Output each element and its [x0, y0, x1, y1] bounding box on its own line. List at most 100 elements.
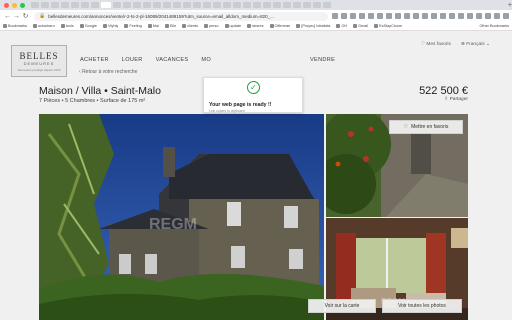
browser-tab[interactable]: [31, 2, 39, 8]
nav-item-partial[interactable]: MO: [201, 57, 211, 63]
browser-tab[interactable]: [51, 2, 59, 8]
browser-tab[interactable]: [61, 2, 69, 8]
browser-tab[interactable]: [123, 2, 131, 8]
bookmark-item[interactable]: Offerman: [269, 24, 290, 28]
extension-icon[interactable]: [368, 13, 374, 19]
nav-item-acheter[interactable]: ACHETER: [80, 57, 109, 63]
other-bookmarks[interactable]: Other Bookmarks: [479, 24, 509, 28]
view-on-map-button[interactable]: Voir sur la carte: [308, 299, 376, 313]
bookmark-item[interactable]: Bookmarks: [3, 24, 27, 28]
browser-tab[interactable]: [113, 2, 121, 8]
browser-tab[interactable]: [283, 2, 291, 8]
bookmark-item[interactable]: octosharo: [33, 24, 55, 28]
bookmark-icon: [336, 24, 341, 28]
browser-tab[interactable]: [303, 2, 311, 8]
add-to-favorites-button[interactable]: ♡ Mettre en favoris: [389, 120, 463, 134]
bookmark-item[interactable]: [Proyec] Idealista: [296, 24, 330, 28]
browser-tab[interactable]: [193, 2, 201, 8]
browser-tab[interactable]: [183, 2, 191, 8]
extension-icon[interactable]: [467, 13, 473, 19]
extension-icon[interactable]: [341, 13, 347, 19]
browser-tab[interactable]: [203, 2, 211, 8]
language-selector[interactable]: ⊕ Français ⌄: [461, 42, 490, 47]
logo-tagline: Demeures prestige depuis 1979: [17, 67, 61, 72]
bookmark-item[interactable]: Google: [79, 24, 97, 28]
browser-tab[interactable]: [323, 2, 331, 8]
browser-tab[interactable]: [313, 2, 321, 8]
bookmark-item[interactable]: Vtyhly: [102, 24, 118, 28]
extension-icon[interactable]: [494, 13, 500, 19]
extension-icon[interactable]: [458, 13, 464, 19]
bookmark-item[interactable]: Feeling: [124, 24, 142, 28]
main-photo[interactable]: REGM: [39, 114, 324, 320]
bookmark-item[interactable]: update: [224, 24, 241, 28]
address-bar[interactable]: 🔒 bellesdemeures.com/annonces/vente/r-2-…: [34, 11, 328, 21]
nav-item-vacances[interactable]: VACANCES: [156, 57, 189, 63]
minimize-window-button[interactable]: [12, 2, 17, 8]
bookmark-item[interactable]: Elle: [164, 24, 176, 28]
bookmark-item[interactable]: strsres: [247, 24, 264, 28]
maximize-window-button[interactable]: [20, 2, 25, 8]
notification-subtitle: Link copied to clipboard: [209, 109, 245, 113]
close-window-button[interactable]: [4, 2, 9, 8]
heart-icon: ♡: [403, 124, 409, 130]
browser-tab[interactable]: [71, 2, 79, 8]
extension-icon[interactable]: [413, 13, 419, 19]
extension-icon[interactable]: [431, 13, 437, 19]
extension-icon[interactable]: [503, 13, 509, 19]
browser-tab[interactable]: [253, 2, 261, 8]
browser-tab[interactable]: [273, 2, 281, 8]
browser-tab[interactable]: [173, 2, 181, 8]
extension-icon[interactable]: [386, 13, 392, 19]
nav-item-vendre[interactable]: VENDRE: [310, 57, 335, 63]
extension-icon[interactable]: [422, 13, 428, 19]
bookmark-icon: [124, 24, 129, 28]
reload-icon[interactable]: ↻: [21, 12, 30, 20]
extension-icon[interactable]: [485, 13, 491, 19]
back-arrow-icon[interactable]: ←: [3, 13, 12, 20]
back-to-search-link[interactable]: ‹ Retour à votre recherche: [79, 69, 137, 75]
site-logo[interactable]: BELLES DEMEURES Demeures prestige depuis…: [11, 45, 67, 77]
extension-icon[interactable]: [395, 13, 401, 19]
browser-tab[interactable]: [233, 2, 241, 8]
extension-icon[interactable]: [440, 13, 446, 19]
bookmark-item[interactable]: Gmail: [353, 24, 368, 28]
view-all-photos-button[interactable]: Voir toutes les photos: [382, 299, 462, 313]
browser-tab[interactable]: [41, 2, 49, 8]
bookmark-item[interactable]: tools: [60, 24, 74, 28]
bookmark-item[interactable]: EsStayCloom: [374, 24, 402, 28]
extension-icon[interactable]: [350, 13, 356, 19]
browser-tab[interactable]: [213, 2, 221, 8]
browser-tab[interactable]: [153, 2, 161, 8]
nav-item-hidden[interactable]: [224, 57, 284, 63]
window-controls: [0, 2, 25, 8]
share-button[interactable]: ⇪ Partager: [444, 97, 468, 102]
notification-title: Your web page is ready !!: [209, 102, 272, 108]
favorites-link[interactable]: ♡ Mes favoris: [421, 42, 451, 47]
bookmarks-bar: Bookmarks octosharo tools Google Vtyhly …: [0, 22, 512, 31]
browser-tab-active[interactable]: [101, 2, 111, 8]
extension-icon[interactable]: [404, 13, 410, 19]
browser-tab[interactable]: [163, 2, 171, 8]
browser-tab[interactable]: [263, 2, 271, 8]
browser-tab[interactable]: [91, 2, 99, 8]
nav-item-louer[interactable]: LOUER: [122, 57, 143, 63]
bookmark-item[interactable]: perso: [204, 24, 219, 28]
bookmark-item[interactable]: clients: [182, 24, 198, 28]
new-tab-icon[interactable]: +: [508, 2, 512, 9]
bookmark-item[interactable]: Mal: [147, 24, 159, 28]
browser-tab[interactable]: [243, 2, 251, 8]
browser-tab[interactable]: [143, 2, 151, 8]
extension-icon[interactable]: [449, 13, 455, 19]
extension-icon[interactable]: [332, 13, 338, 19]
browser-tab[interactable]: [133, 2, 141, 8]
extension-icon[interactable]: [377, 13, 383, 19]
forward-arrow-icon[interactable]: →: [12, 13, 21, 20]
browser-tab[interactable]: [293, 2, 301, 8]
browser-tab[interactable]: [81, 2, 89, 8]
browser-tab[interactable]: [223, 2, 231, 8]
bookmark-item[interactable]: OH: [336, 24, 347, 28]
listing-title: Maison / Villa • Saint-Malo: [39, 85, 161, 97]
extension-icon[interactable]: [359, 13, 365, 19]
extension-icon[interactable]: [476, 13, 482, 19]
